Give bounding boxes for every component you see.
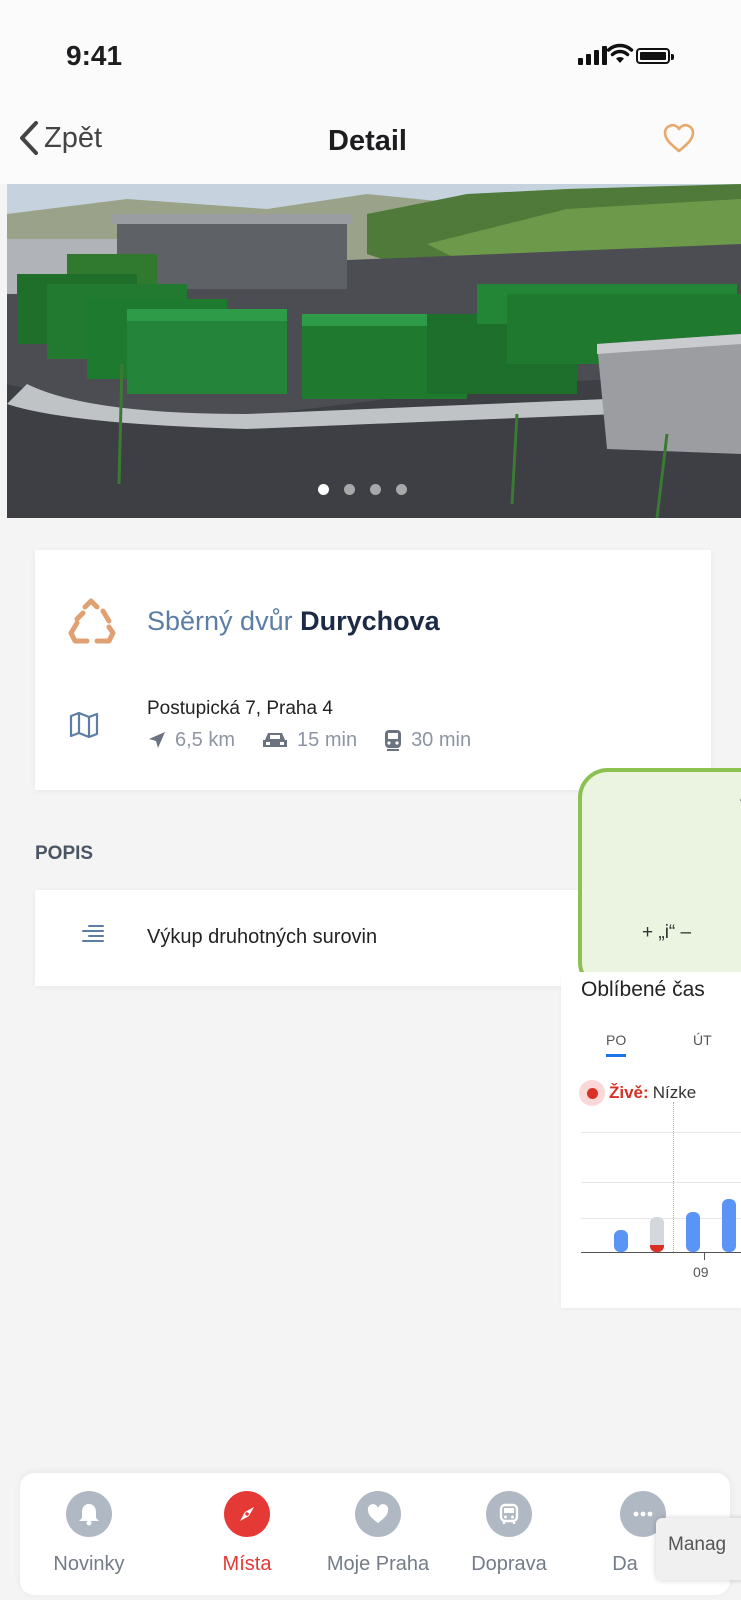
favorite-heart-icon[interactable] — [662, 122, 696, 154]
tab-label: Novinky — [53, 1553, 125, 1575]
travel-info: 6,5 km 15 min 30 min — [147, 728, 497, 752]
bus-icon — [486, 1491, 532, 1537]
hero-photo[interactable] — [7, 184, 741, 518]
tab-label: Moje Praha — [326, 1553, 430, 1575]
section-heading-description: POPIS — [35, 843, 94, 864]
chart-tick-label: 09 — [693, 1264, 709, 1280]
live-label: Živě: — [609, 1083, 649, 1102]
bottom-tab-bar: Novinky Místa Moje Praha Doprava Da — [20, 1473, 730, 1595]
chart-bar-current — [650, 1217, 664, 1252]
car-time-value: 15 min — [297, 728, 358, 751]
gallery-dot[interactable] — [318, 484, 329, 495]
popular-times-title: Oblíbené čas — [581, 978, 705, 1001]
gallery-dot[interactable] — [370, 484, 381, 495]
battery-icon — [636, 48, 674, 64]
annotation-note: V + „i“ – — [578, 768, 741, 992]
gallery-pager[interactable] — [318, 484, 407, 495]
tram-icon — [385, 730, 402, 751]
place-info-card: Sběrný dvůr Durychova Postupická 7, Prah… — [35, 550, 711, 790]
day-tab-tuesday[interactable]: ÚT — [693, 1032, 712, 1048]
heart-icon — [355, 1491, 401, 1537]
wifi-icon — [606, 43, 634, 63]
place-title: Sběrný dvůr Durychova — [147, 606, 440, 637]
gallery-dot[interactable] — [344, 484, 355, 495]
place-name: Durychova — [300, 606, 440, 636]
tab-mista[interactable]: Místa — [184, 1473, 304, 1595]
tab-label: Místa — [222, 1553, 272, 1575]
status-bar: 9:41 — [0, 0, 741, 100]
annotation-text: + „i“ – — [642, 922, 692, 943]
map-icon[interactable] — [69, 712, 99, 738]
transit-time-info: 30 min — [383, 728, 471, 752]
collection-yard-photo — [7, 184, 741, 518]
live-dot-icon — [579, 1080, 605, 1106]
current-hour-line — [673, 1102, 674, 1252]
bell-icon — [66, 1491, 112, 1537]
tab-novinky[interactable]: Novinky — [26, 1473, 146, 1595]
live-text: Nízke — [652, 1083, 697, 1102]
navigation-arrow-icon — [149, 732, 165, 748]
tab-label: Doprava — [471, 1553, 547, 1575]
text-align-icon — [82, 925, 104, 942]
compass-icon — [224, 1491, 270, 1537]
gallery-dot[interactable] — [396, 484, 407, 495]
chart-bar — [722, 1199, 736, 1252]
page-title: Detail — [328, 125, 407, 157]
chart-bar — [686, 1212, 700, 1252]
chart-baseline — [581, 1252, 741, 1253]
status-time: 9:41 — [66, 40, 123, 71]
manage-button[interactable]: Manag — [656, 1518, 741, 1580]
chart-gridline — [581, 1182, 741, 1183]
distance-info: 6,5 km — [147, 729, 235, 752]
live-status: Živě: Nízke — [579, 1080, 696, 1106]
place-category: Sběrný dvůr — [147, 606, 293, 636]
tab-moje-praha[interactable]: Moje Praha — [315, 1473, 435, 1595]
chart-tick — [704, 1252, 705, 1260]
chart-bar — [614, 1230, 628, 1252]
distance-value: 6,5 km — [175, 728, 236, 751]
popular-times-panel: Oblíbené čas PO ÚT Živě: Nízke 09 — [561, 972, 741, 1308]
signal-icon — [578, 46, 607, 65]
car-time-info: 15 min — [261, 729, 357, 752]
tab-doprava[interactable]: Doprava — [446, 1473, 566, 1595]
description-text: Výkup druhotných surovin — [147, 926, 378, 948]
place-address[interactable]: Postupická 7, Praha 4 — [147, 698, 333, 720]
chart-gridline — [581, 1132, 741, 1133]
recycle-icon — [68, 598, 116, 644]
navigation-bar: Zpět Detail — [0, 100, 741, 184]
car-icon — [263, 733, 288, 747]
transit-time-value: 30 min — [411, 728, 472, 751]
day-tab-monday[interactable]: PO — [606, 1032, 627, 1057]
